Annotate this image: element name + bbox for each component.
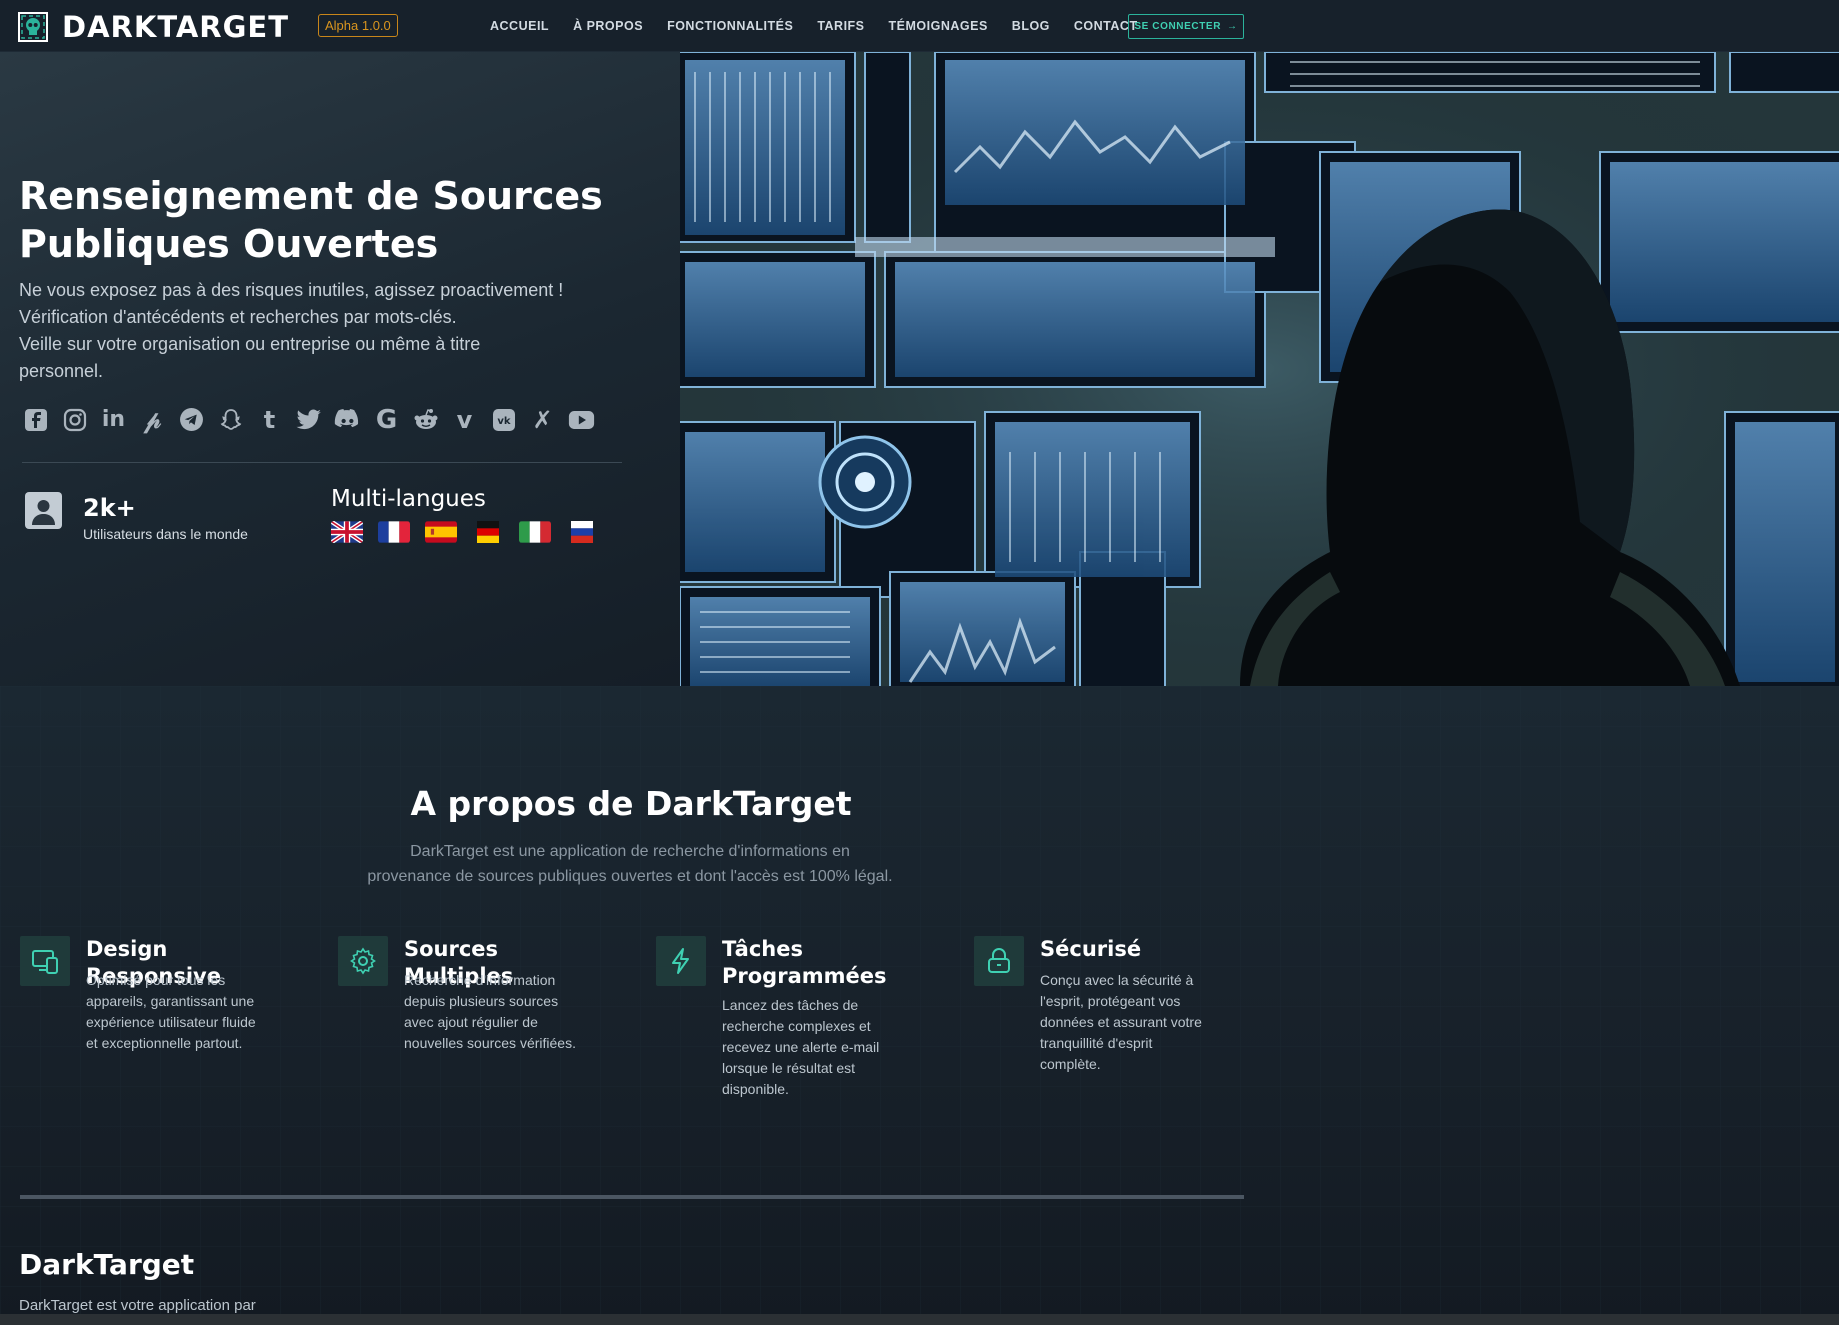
brand-name[interactable]: DARKTARGET — [62, 10, 289, 44]
lightning-icon — [656, 936, 706, 986]
responsive-devices-icon — [20, 936, 70, 986]
nav-link-blog[interactable]: BLOG — [1012, 19, 1050, 33]
feature-description: Conçu avec la sécurité à l'esprit, proté… — [1040, 970, 1245, 1075]
feature-text-line: Recherche d'information — [404, 972, 556, 988]
footer-title: DarkTarget — [19, 1248, 195, 1281]
hero-text-line: Ne vous exposez pas à des risques inutil… — [19, 280, 564, 300]
pinterest-icon[interactable]: 𝓅 — [139, 406, 166, 434]
feature-text-line: disponible. — [722, 1081, 789, 1097]
feature-text-line: Conçu avec la sécurité à — [1040, 972, 1194, 988]
feature-text-line: appareils, garantissant une — [86, 993, 255, 1009]
feature-text-line: avec ajout régulier de — [404, 1014, 538, 1030]
feature-description: Recherche d'information depuis plusieurs… — [404, 970, 609, 1054]
google-icon[interactable]: G — [373, 405, 400, 435]
horizontal-scrollbar[interactable] — [0, 1314, 1839, 1325]
nav-link-fonctionnalites[interactable]: FONCTIONNALITÉS — [667, 19, 793, 33]
nav-link-accueil[interactable]: ACCUEIL — [490, 19, 549, 33]
feature-text-line: recevez une alerte e-mail — [722, 1039, 880, 1055]
feature-text-line: tranquillité d'esprit — [1040, 1035, 1153, 1051]
about-subtitle-line: DarkTarget est une application de recher… — [410, 843, 850, 860]
about-title: A propos de DarkTarget — [410, 784, 852, 823]
instagram-icon[interactable] — [61, 406, 88, 433]
vimeo-icon[interactable]: v — [451, 406, 478, 434]
hero-title-line: Publiques Ouvertes — [19, 222, 439, 266]
feature-text-line: lorsque le résultat est — [722, 1060, 856, 1076]
germany-flag[interactable] — [472, 521, 504, 543]
italy-flag[interactable] — [519, 521, 551, 543]
tumblr-icon[interactable]: t — [256, 406, 283, 434]
linkedin-icon[interactable]: in — [100, 406, 127, 433]
hero-title-line: Renseignement de Sources — [19, 174, 603, 218]
feature-description: Lancez des tâches de recherche complexes… — [722, 995, 927, 1100]
feature-text-line: complète. — [1040, 1056, 1101, 1072]
discord-icon[interactable] — [334, 406, 361, 433]
feature-text-line: données et assurant votre — [1040, 1014, 1202, 1030]
svg-text:vk: vk — [497, 416, 511, 427]
vk-icon[interactable]: vk — [490, 406, 517, 433]
lock-icon — [974, 936, 1024, 986]
uk-flag[interactable] — [331, 521, 363, 543]
hero-image — [680, 52, 1839, 686]
skull-logo-icon[interactable] — [18, 12, 48, 42]
feature-title: Tâches Programmées — [722, 937, 887, 988]
languages-title: Multi-langues — [331, 486, 486, 512]
version-badge: Alpha 1.0.0 — [318, 14, 398, 37]
feature-text-line: recherche complexes et — [722, 1018, 871, 1034]
hero-title: Renseignement de Sources Publiques Ouver… — [19, 172, 659, 268]
nav-link-tarifs[interactable]: TARIFS — [817, 19, 864, 33]
about-subtitle-line: provenance de sources publiques ouvertes… — [367, 868, 893, 885]
hero-description: Ne vous exposez pas à des risques inutil… — [19, 277, 639, 385]
nav-link-temoignages[interactable]: TÉMOIGNAGES — [889, 19, 988, 33]
spain-flag[interactable] — [425, 521, 457, 543]
facebook-icon[interactable] — [22, 406, 49, 433]
gear-icon — [338, 936, 388, 986]
feature-text-line: Optimisé pour tous les — [86, 972, 226, 988]
telegram-icon[interactable] — [178, 406, 205, 433]
xing-icon[interactable]: ✗ — [529, 406, 556, 434]
top-navbar: DARKTARGET Alpha 1.0.0 ACCUEIL À PROPOS … — [0, 0, 1839, 52]
nav-link-a-propos[interactable]: À PROPOS — [573, 19, 643, 33]
feature-text-line: depuis plusieurs sources — [404, 993, 559, 1009]
feature-description: Optimisé pour tous les appareils, garant… — [86, 970, 291, 1054]
hero-text-line: personnel. — [19, 361, 104, 381]
social-icons: in 𝓅 t G v vk ✗ — [22, 405, 595, 435]
feature-title: Sécurisé — [1040, 937, 1142, 961]
login-button-label: SE CONNECTER — [1134, 21, 1222, 32]
about-section: A propos de DarkTarget DarkTarget est un… — [0, 686, 1839, 1325]
users-label: Utilisateurs dans le monde — [83, 526, 248, 542]
hero-divider — [22, 462, 622, 463]
footer-text: DarkTarget est votre application par — [19, 1297, 256, 1314]
feature-text-line: Lancez des tâches de — [722, 997, 859, 1013]
twitter-icon[interactable] — [295, 406, 322, 433]
users-count: 2k+ — [83, 494, 136, 522]
about-subtitle: DarkTarget est une application de recher… — [330, 839, 930, 889]
hero-text-line: Vérification d'antécédents et recherches… — [19, 307, 457, 327]
feature-text-line: et exceptionnelle partout. — [86, 1035, 243, 1051]
france-flag[interactable] — [378, 521, 410, 543]
snapchat-icon[interactable] — [217, 406, 244, 433]
user-icon — [25, 492, 62, 529]
login-button[interactable]: SE CONNECTER → — [1128, 14, 1244, 39]
footer-divider — [20, 1195, 1244, 1199]
hero-text-line: Veille sur votre organisation ou entrepr… — [19, 334, 481, 354]
reddit-icon[interactable] — [412, 406, 439, 433]
main-menu: ACCUEIL À PROPOS FONCTIONNALITÉS TARIFS … — [490, 0, 1138, 52]
youtube-icon[interactable] — [568, 406, 595, 433]
feature-text-line: nouvelles sources vérifiées. — [404, 1035, 576, 1051]
feature-text-line: l'esprit, protégeant vos — [1040, 993, 1181, 1009]
arrow-right-icon: → — [1227, 21, 1238, 32]
feature-text-line: expérience utilisateur fluide — [86, 1014, 256, 1030]
language-flags — [331, 521, 598, 543]
russia-flag[interactable] — [566, 521, 598, 543]
